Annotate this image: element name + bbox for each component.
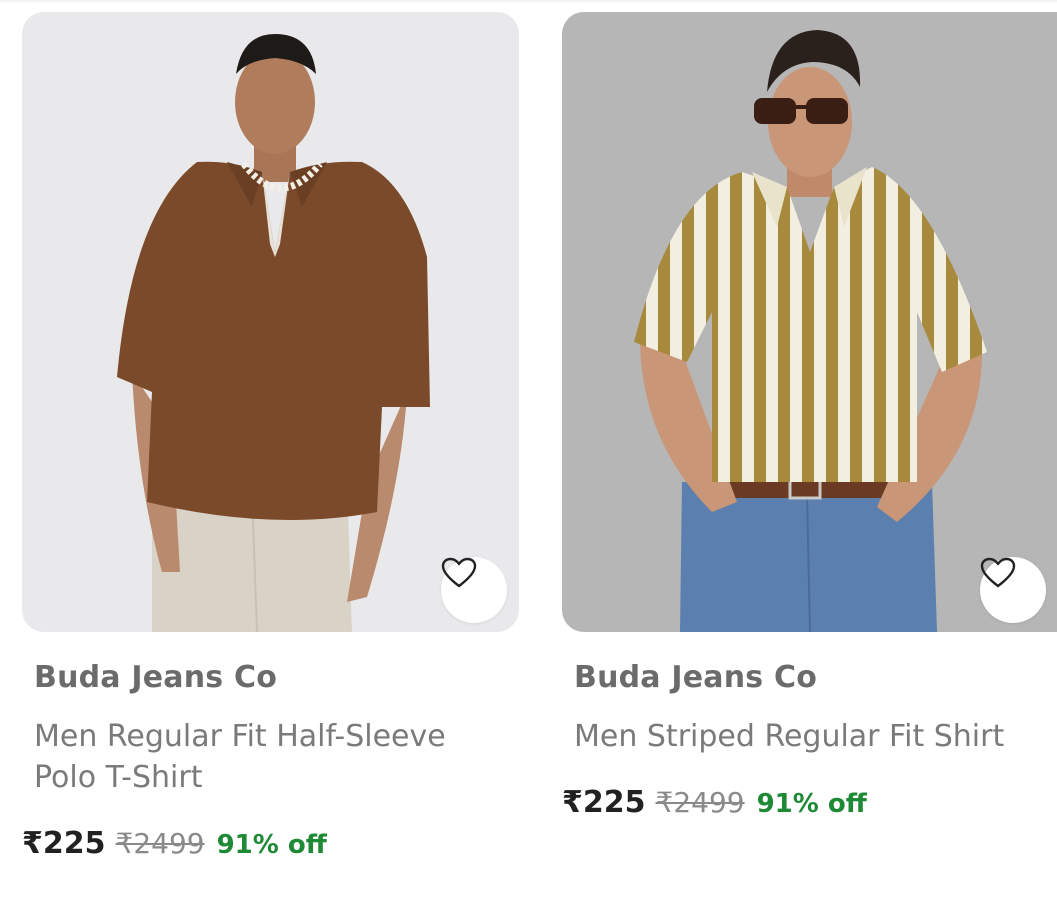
product-title[interactable]: Men Regular Fit Half-Sleeve Polo T-Shirt	[34, 716, 504, 798]
product-image-1[interactable]	[22, 12, 519, 632]
heart-outline-icon	[980, 557, 1016, 588]
heart-outline-icon	[441, 557, 477, 588]
selling-price: ₹225	[22, 826, 106, 861]
discount-badge: 91% off	[756, 789, 867, 819]
product-brand: Buda Jeans Co	[34, 660, 278, 695]
price-row: ₹225 ₹2499 91% off	[22, 826, 327, 861]
original-price: ₹2499	[655, 786, 745, 819]
product-card-2[interactable]: Buda Jeans Co Men Striped Regular Fit Sh…	[562, 12, 1057, 892]
top-divider	[0, 0, 1057, 4]
product-card-1[interactable]: Buda Jeans Co Men Regular Fit Half-Sleev…	[22, 12, 519, 892]
product-brand: Buda Jeans Co	[574, 660, 818, 695]
discount-badge: 91% off	[216, 830, 327, 860]
wishlist-button-1[interactable]	[441, 557, 507, 623]
wishlist-button-2[interactable]	[980, 557, 1046, 623]
product-photo-polo	[117, 34, 430, 632]
product-title[interactable]: Men Striped Regular Fit Shirt	[574, 716, 1044, 757]
original-price: ₹2499	[115, 827, 205, 860]
selling-price: ₹225	[562, 785, 646, 820]
price-row: ₹225 ₹2499 91% off	[562, 785, 867, 820]
product-image-2[interactable]	[562, 12, 1057, 632]
product-photo-striped-shirt	[634, 30, 987, 632]
